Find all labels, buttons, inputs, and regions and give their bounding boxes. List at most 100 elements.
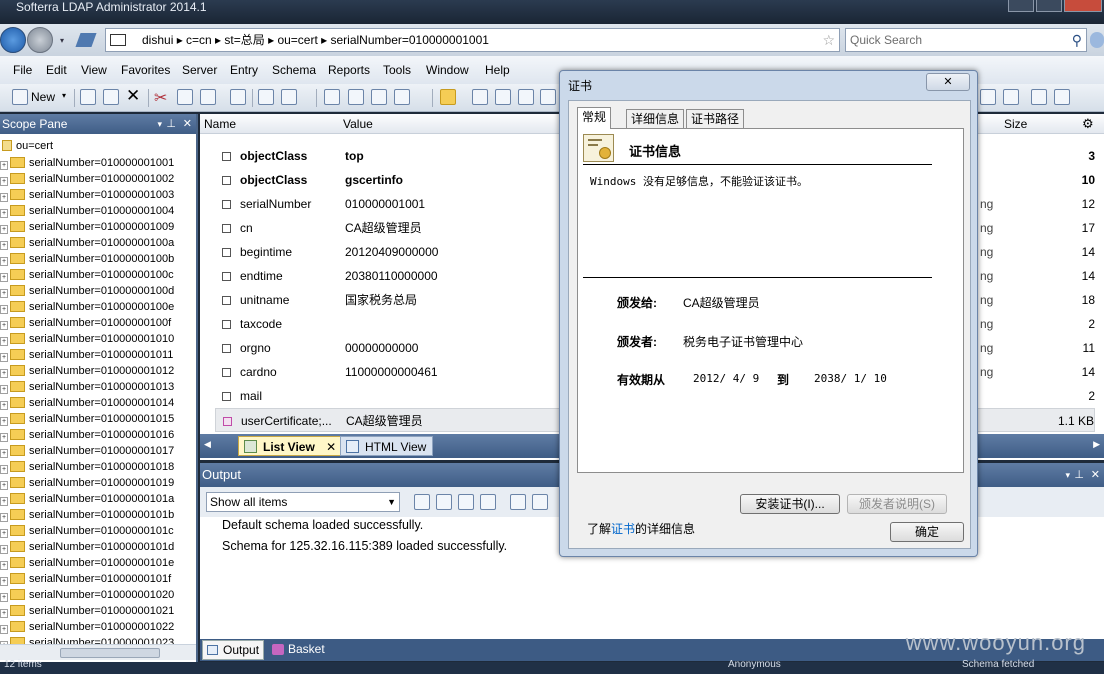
menu-item[interactable]: Schema bbox=[272, 63, 316, 77]
tab-basket[interactable]: Basket bbox=[270, 640, 330, 660]
output-tool-1-icon[interactable] bbox=[414, 494, 430, 510]
tree-item[interactable]: + serialNumber=01000000100b bbox=[0, 251, 174, 267]
output-menu-icon[interactable]: ▾ bbox=[1065, 463, 1070, 487]
expand-icon[interactable]: + bbox=[0, 593, 8, 602]
output-tool-4-icon[interactable] bbox=[480, 494, 496, 510]
search-icon[interactable]: ⚲ bbox=[1072, 29, 1082, 51]
expand-icon[interactable]: + bbox=[0, 305, 8, 314]
clear-output-icon[interactable] bbox=[510, 494, 526, 510]
scroll-left-icon[interactable]: ◀ bbox=[204, 439, 211, 450]
quick-search-input[interactable]: Quick Search ⚲ bbox=[845, 28, 1087, 52]
tree-item[interactable]: + serialNumber=010000001013 bbox=[0, 379, 174, 395]
output-tool-6-icon[interactable] bbox=[532, 494, 548, 510]
settings-icon[interactable] bbox=[540, 89, 556, 105]
tab-html-view[interactable]: HTML View bbox=[340, 436, 434, 456]
tree-item[interactable]: + serialNumber=01000000100c bbox=[0, 267, 174, 283]
tree-item[interactable]: + serialNumber=01000000100d bbox=[0, 283, 174, 299]
issuer-statement-button[interactable]: 颁发者说明(S) bbox=[847, 494, 947, 514]
edit-icon[interactable] bbox=[80, 89, 96, 105]
window-icon[interactable] bbox=[1031, 89, 1047, 105]
pane-menu-icon[interactable]: ▾ bbox=[157, 114, 162, 134]
tree-item[interactable]: + serialNumber=010000001001 bbox=[0, 155, 174, 171]
expand-icon[interactable]: + bbox=[0, 353, 8, 362]
expand-icon[interactable]: + bbox=[0, 257, 8, 266]
expand-icon[interactable]: + bbox=[0, 193, 8, 202]
copy-icon[interactable] bbox=[177, 89, 193, 105]
user-icon[interactable] bbox=[394, 89, 410, 105]
tree-item[interactable]: + serialNumber=01000000101e bbox=[0, 555, 174, 571]
expand-icon[interactable]: + bbox=[0, 369, 8, 378]
menu-item[interactable]: Server bbox=[182, 63, 217, 77]
tree-item[interactable]: + serialNumber=010000001016 bbox=[0, 427, 174, 443]
expand-icon[interactable]: + bbox=[0, 449, 8, 458]
tree-root[interactable]: ou=cert bbox=[2, 138, 53, 154]
pin-icon[interactable]: ⊥ bbox=[166, 114, 176, 134]
delete-icon[interactable]: ✕ bbox=[126, 86, 140, 106]
expand-icon[interactable]: + bbox=[0, 417, 8, 426]
expand-icon[interactable]: + bbox=[0, 513, 8, 522]
tree-item[interactable]: + serialNumber=01000000101c bbox=[0, 523, 174, 539]
close-window-button[interactable] bbox=[1064, 0, 1102, 12]
minimize-button[interactable] bbox=[1008, 0, 1034, 12]
new-button[interactable]: New bbox=[31, 90, 55, 104]
menu-item[interactable]: Favorites bbox=[121, 63, 170, 77]
expand-icon[interactable]: + bbox=[0, 609, 8, 618]
tree-item[interactable]: + serialNumber=010000001012 bbox=[0, 363, 174, 379]
menu-item[interactable]: Tools bbox=[383, 63, 411, 77]
forward-icon[interactable] bbox=[27, 27, 53, 53]
expand-icon[interactable]: + bbox=[0, 321, 8, 330]
tab-general[interactable]: 常规 bbox=[577, 107, 612, 129]
ok-button[interactable]: 确定 bbox=[890, 522, 964, 542]
refresh-icon[interactable] bbox=[1054, 89, 1070, 105]
expand-icon[interactable]: + bbox=[0, 273, 8, 282]
tree-item[interactable]: + serialNumber=01000000100f bbox=[0, 315, 171, 331]
expand-icon[interactable]: + bbox=[0, 625, 8, 634]
tree-item[interactable]: + serialNumber=01000000100e bbox=[0, 299, 174, 315]
output-tool-3-icon[interactable] bbox=[458, 494, 474, 510]
tree-item[interactable]: + serialNumber=010000001015 bbox=[0, 411, 174, 427]
tree-item[interactable]: + serialNumber=010000001022 bbox=[0, 619, 174, 635]
tree-item[interactable]: + serialNumber=010000001021 bbox=[0, 603, 174, 619]
expand-icon[interactable]: + bbox=[0, 497, 8, 506]
whats-this-icon[interactable] bbox=[281, 89, 297, 105]
column-name[interactable]: Name bbox=[204, 114, 236, 134]
expand-icon[interactable]: + bbox=[0, 177, 8, 186]
new-document-icon[interactable] bbox=[324, 89, 340, 105]
expand-icon[interactable]: + bbox=[0, 209, 8, 218]
help-contents-icon[interactable] bbox=[258, 89, 274, 105]
tree-item[interactable]: + serialNumber=010000001003 bbox=[0, 187, 174, 203]
dialog-close-button[interactable]: ✕ bbox=[926, 73, 970, 91]
tree-item[interactable]: + serialNumber=010000001011 bbox=[0, 347, 173, 363]
tab-list-view[interactable]: List View ✕ bbox=[238, 436, 344, 456]
tab-details[interactable]: 详细信息 bbox=[626, 109, 685, 129]
compare-icon[interactable] bbox=[495, 89, 511, 105]
pane-close-icon[interactable]: ✕ bbox=[183, 114, 192, 134]
output-pin-icon[interactable]: ⊥ bbox=[1074, 463, 1084, 487]
expand-icon[interactable]: + bbox=[0, 241, 8, 250]
close-tab-icon[interactable]: ✕ bbox=[326, 440, 336, 454]
output-filter-select[interactable]: Show all items ▼ bbox=[206, 492, 400, 512]
learn-more-link[interactable]: 证书 bbox=[611, 522, 635, 536]
expand-icon[interactable]: + bbox=[0, 465, 8, 474]
tree-item[interactable]: + serialNumber=01000000101a bbox=[0, 491, 174, 507]
expand-icon[interactable]: + bbox=[0, 401, 8, 410]
menu-item[interactable]: Edit bbox=[46, 63, 67, 77]
tree-item[interactable]: + serialNumber=010000001020 bbox=[0, 587, 174, 603]
help-icon[interactable] bbox=[1090, 32, 1104, 48]
tree-item[interactable]: + serialNumber=010000001004 bbox=[0, 203, 174, 219]
menu-item[interactable]: File bbox=[13, 63, 32, 77]
expand-icon[interactable]: + bbox=[0, 289, 8, 298]
menu-item[interactable]: Help bbox=[485, 63, 510, 77]
import-icon[interactable] bbox=[472, 89, 488, 105]
menu-item[interactable]: Reports bbox=[328, 63, 370, 77]
tab-output[interactable]: Output bbox=[202, 640, 264, 660]
tree-item[interactable]: + serialNumber=010000001019 bbox=[0, 475, 174, 491]
column-size[interactable]: Size bbox=[1004, 114, 1027, 134]
tree-item[interactable]: + serialNumber=01000000101d bbox=[0, 539, 174, 555]
open-folder-icon[interactable] bbox=[440, 89, 456, 105]
tree-item[interactable]: + serialNumber=010000001018 bbox=[0, 459, 174, 475]
expand-icon[interactable]: + bbox=[0, 529, 8, 538]
spell-check-icon[interactable] bbox=[103, 89, 119, 105]
expand-icon[interactable]: + bbox=[0, 225, 8, 234]
expand-icon[interactable]: + bbox=[0, 577, 8, 586]
